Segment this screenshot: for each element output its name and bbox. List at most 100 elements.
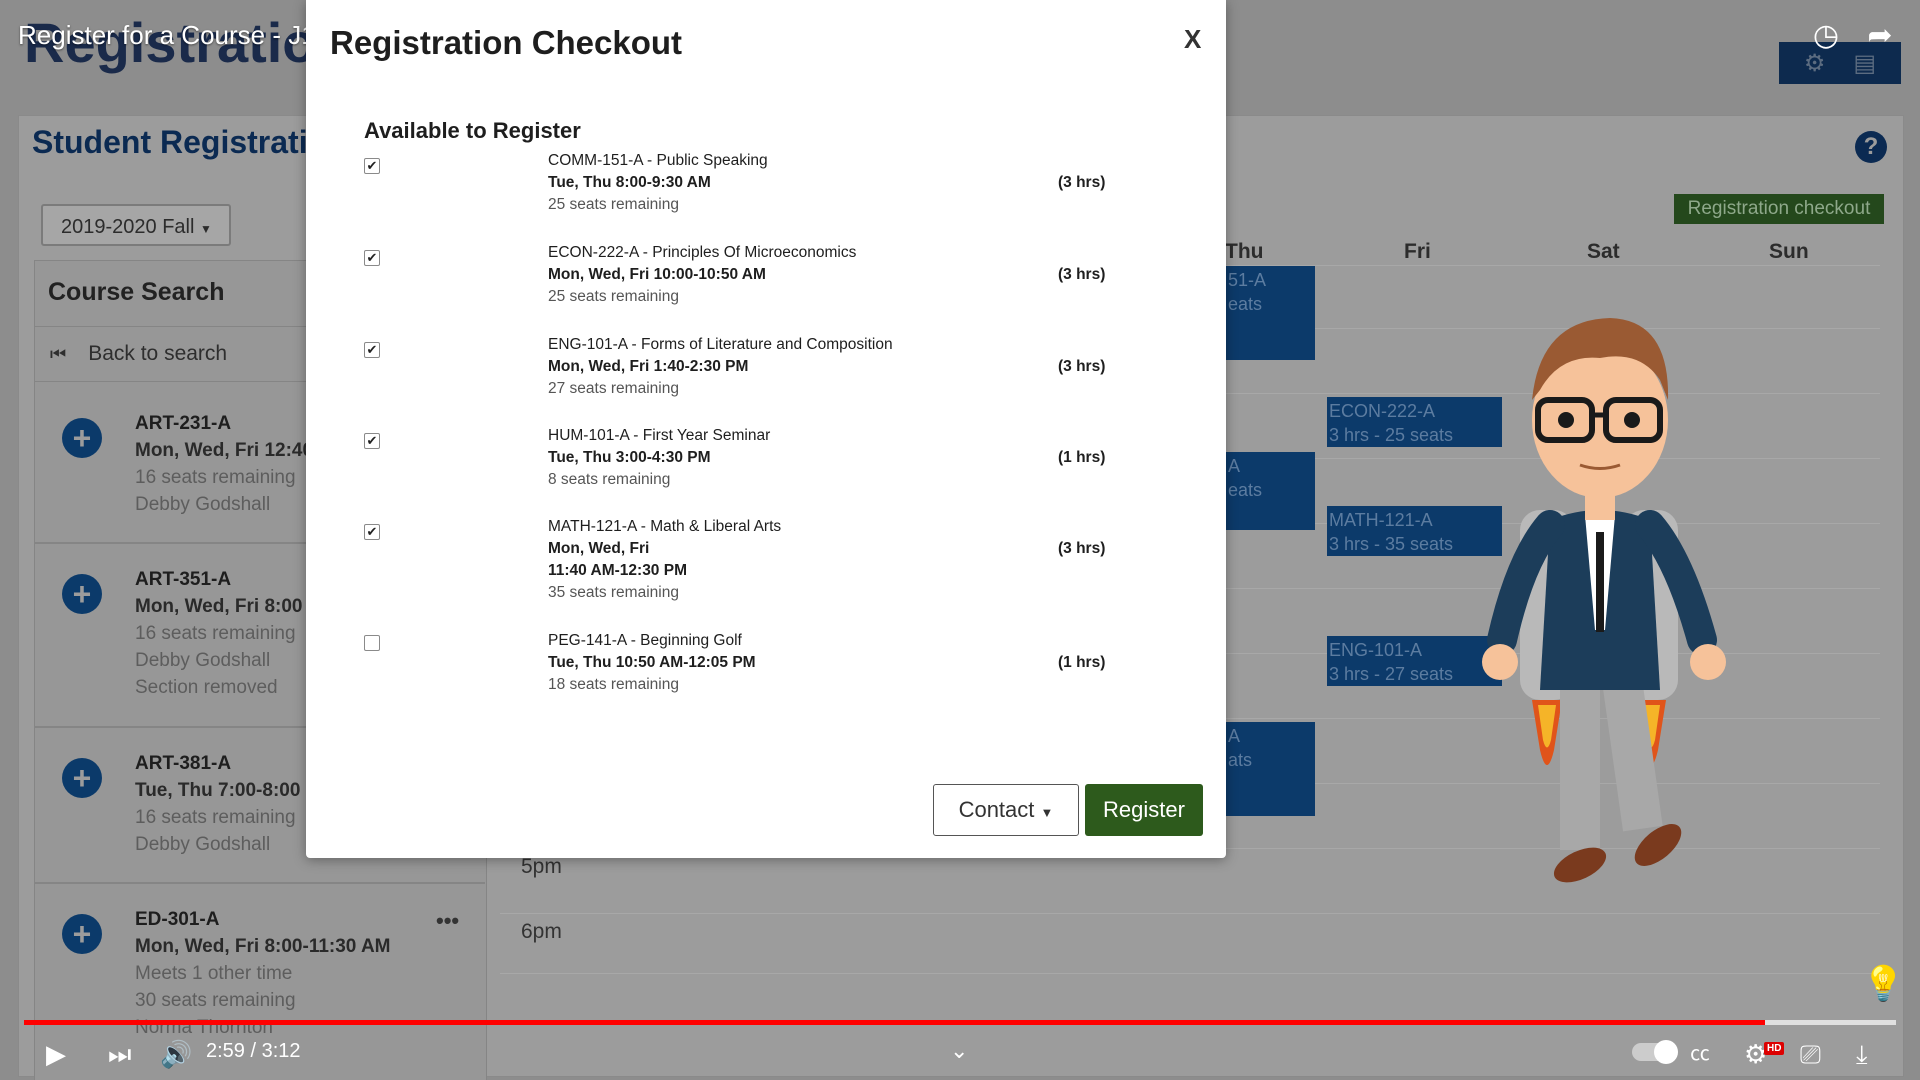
- course-checkbox[interactable]: [364, 635, 380, 651]
- close-icon[interactable]: X: [1184, 24, 1201, 55]
- course-name: PEG-141-A - Beginning Golf: [548, 632, 742, 649]
- result-card[interactable]: + ED-301-A Mon, Wed, Fri 8:00-11:30 AM M…: [34, 886, 485, 1038]
- course-hours: (1 hrs): [1058, 449, 1106, 466]
- hd-badge: HD: [1764, 1042, 1785, 1055]
- course-time: Mon, Wed, Fri 1:40-2:30 PM: [548, 358, 749, 375]
- progress-played[interactable]: [24, 1020, 1765, 1025]
- result-meta: 16 seats remaining: [135, 623, 296, 644]
- time-display: 2:59 / 3:12: [206, 1040, 301, 1062]
- caret-down-icon: ▼: [1040, 805, 1054, 820]
- exit-fullscreen-icon[interactable]: ⤓: [1856, 1036, 1868, 1072]
- register-button[interactable]: Register: [1085, 784, 1203, 836]
- course-info: ECON-222-A - Principles Of Microeconomic…: [548, 242, 856, 308]
- schedule-event[interactable]: 51-A eats: [1226, 266, 1315, 360]
- toggle-knob: [1654, 1040, 1678, 1064]
- registration-checkout-modal: Registration Checkout X Available to Reg…: [306, 0, 1226, 858]
- course-search-heading: Course Search: [48, 278, 225, 306]
- more-options-icon[interactable]: •••: [436, 908, 459, 934]
- event-line: A: [1228, 456, 1241, 476]
- add-course-icon[interactable]: +: [62, 574, 102, 614]
- course-info: COMM-151-A - Public Speaking Tue, Thu 8:…: [548, 150, 768, 216]
- course-info: MATH-121-A - Math & Liberal Arts Mon, We…: [548, 516, 781, 604]
- back-to-search-label: Back to search: [88, 342, 228, 365]
- result-lines: ART-231-A Mon, Wed, Fri 12:40 16 seats r…: [135, 410, 313, 518]
- course-info: HUM-101-A - First Year Seminar Tue, Thu …: [548, 425, 770, 491]
- result-meta: 16 seats remaining: [135, 807, 296, 828]
- course-hours: (3 hrs): [1058, 266, 1106, 283]
- course-hours: (3 hrs): [1058, 358, 1106, 375]
- event-line: 51-A: [1228, 270, 1267, 290]
- result-code: ART-351-A: [135, 569, 232, 590]
- course-name: COMM-151-A - Public Speaking: [548, 152, 768, 169]
- add-course-icon[interactable]: +: [62, 758, 102, 798]
- cast-icon[interactable]: ⎚: [1800, 1036, 1821, 1072]
- course-checkbox[interactable]: ✔: [364, 250, 380, 266]
- course-name: MATH-121-A - Math & Liberal Arts: [548, 518, 782, 535]
- course-info: ENG-101-A - Forms of Literature and Comp…: [548, 334, 893, 400]
- grid-line: [500, 973, 1880, 974]
- modal-title: Registration Checkout: [330, 24, 683, 61]
- contact-label: Contact: [958, 797, 1035, 822]
- play-icon[interactable]: ▶: [46, 1036, 66, 1072]
- progress-buffer: [1750, 1020, 1896, 1025]
- schedule-event[interactable]: Aeats: [1226, 452, 1315, 530]
- course-name: HUM-101-A - First Year Seminar: [548, 427, 771, 444]
- add-course-icon[interactable]: +: [62, 914, 102, 954]
- volume-icon[interactable]: 🔊: [160, 1036, 192, 1072]
- day-header: Thu: [1225, 240, 1264, 263]
- share-icon[interactable]: ➦: [1862, 18, 1898, 54]
- result-time: Mon, Wed, Fri 8:00-11:30 AM: [135, 936, 391, 957]
- course-hours: (1 hrs): [1058, 654, 1106, 671]
- result-meta: 30 seats remaining: [135, 990, 296, 1011]
- course-info: PEG-141-A - Beginning Golf Tue, Thu 10:5…: [548, 630, 756, 696]
- lightbulb-icon[interactable]: 💡: [1862, 966, 1904, 1002]
- result-code: ART-231-A: [135, 413, 232, 434]
- result-lines: ART-351-A Mon, Wed, Fri 8:00 16 seats re…: [135, 566, 303, 701]
- event-line: ats: [1228, 750, 1253, 770]
- contact-dropdown-button[interactable]: Contact ▼: [933, 784, 1079, 836]
- cartoon-student-illustration: [1482, 318, 1726, 883]
- result-meta: Debby Godshall: [135, 650, 271, 671]
- course-time: Tue, Thu 10:50 AM-12:05 PM: [548, 654, 756, 671]
- autoplay-toggle[interactable]: [1632, 1040, 1678, 1064]
- result-code: ED-301-A: [135, 909, 220, 930]
- course-name: ENG-101-A - Forms of Literature and Comp…: [548, 336, 893, 353]
- course-time: Mon, Wed, Fri 10:00-10:50 AM: [548, 266, 766, 283]
- back-first-icon: ⏮: [50, 344, 67, 364]
- course-name: ECON-222-A - Principles Of Microeconomic…: [548, 244, 857, 261]
- course-seats: 35 seats remaining: [548, 584, 679, 601]
- day-header: Fri: [1404, 240, 1431, 263]
- next-icon[interactable]: ⏭: [108, 1036, 131, 1072]
- term-select[interactable]: 2019-2020 Fall ▼: [41, 204, 231, 246]
- course-hours: (3 hrs): [1058, 174, 1106, 191]
- course-seats: 25 seats remaining: [548, 288, 679, 305]
- course-checkbox[interactable]: ✔: [364, 158, 380, 174]
- chevron-down-icon[interactable]: ⌄: [950, 1038, 968, 1064]
- schedule-event[interactable]: Aats: [1226, 722, 1315, 816]
- result-time: Mon, Wed, Fri 8:00: [135, 596, 303, 617]
- result-code: ART-381-A: [135, 753, 232, 774]
- result-meta: 16 seats remaining: [135, 467, 296, 488]
- course-time: Tue, Thu 3:00-4:30 PM: [548, 449, 711, 466]
- captions-icon[interactable]: ㏄: [1690, 1036, 1710, 1072]
- course-time: Mon, Wed, Fri: [548, 540, 650, 557]
- result-lines: ART-381-A Tue, Thu 7:00-8:00 16 seats re…: [135, 750, 300, 858]
- time-label: 6pm: [521, 920, 562, 943]
- time-label: 5pm: [521, 855, 562, 878]
- clock-icon[interactable]: ◷: [1808, 18, 1844, 54]
- event-line: eats: [1228, 294, 1263, 314]
- add-course-icon[interactable]: +: [62, 418, 102, 458]
- course-seats: 18 seats remaining: [548, 676, 679, 693]
- help-icon[interactable]: ?: [1855, 131, 1887, 163]
- event-line: A: [1228, 726, 1241, 746]
- term-value: 2019-2020 Fall: [61, 216, 195, 238]
- day-header: Sat: [1587, 240, 1620, 263]
- result-meta: Section removed: [135, 677, 278, 698]
- course-checkbox[interactable]: ✔: [364, 524, 380, 540]
- course-seats: 8 seats remaining: [548, 471, 671, 488]
- registration-checkout-button[interactable]: Registration checkout: [1674, 194, 1884, 224]
- result-time: Tue, Thu 7:00-8:00: [135, 780, 301, 801]
- course-checkbox[interactable]: ✔: [364, 433, 380, 449]
- course-checkbox[interactable]: ✔: [364, 342, 380, 358]
- result-meta: Debby Godshall: [135, 834, 271, 855]
